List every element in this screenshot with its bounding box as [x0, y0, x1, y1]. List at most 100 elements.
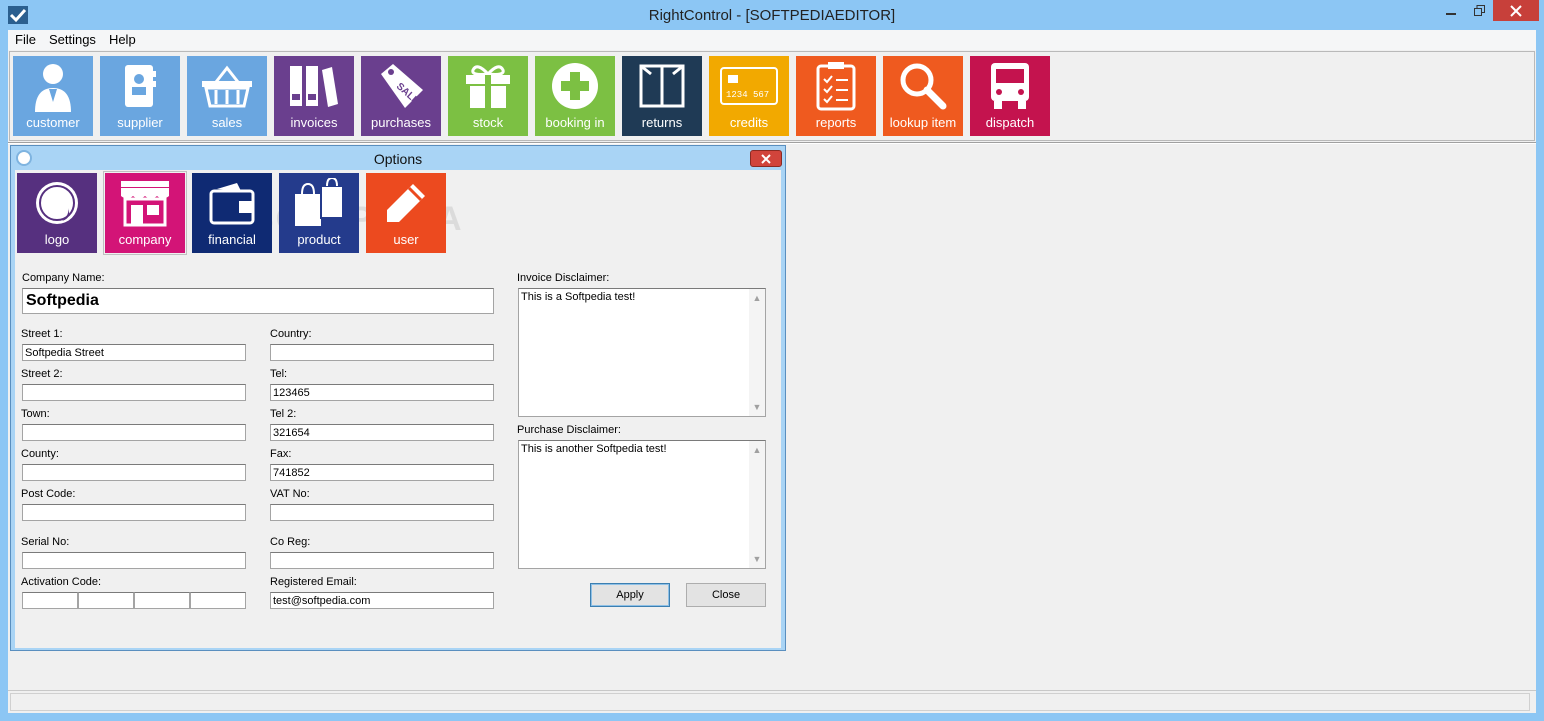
toolbar-booking-in-button[interactable]: booking in	[535, 56, 615, 136]
options-dialog-body: SOFTPEDIA logo company financial product	[15, 170, 781, 648]
svg-text:1234 567: 1234 567	[726, 90, 769, 100]
pencil-icon	[387, 184, 425, 222]
toolbar-lookup-item-button[interactable]: lookup item	[883, 56, 963, 136]
minimize-button[interactable]	[1438, 0, 1464, 21]
toolbar-dispatch-label: dispatch	[985, 115, 1035, 130]
country-label: Country:	[270, 328, 312, 340]
main-window-client: File Settings Help customer supplier sal…	[8, 30, 1536, 713]
toolbar-reports-button[interactable]: reports	[796, 56, 876, 136]
options-dialog-title: Options	[373, 151, 423, 167]
toolbar-invoices-button[interactable]: invoices	[274, 56, 354, 136]
toolbar-dispatch-button[interactable]: dispatch	[970, 56, 1050, 136]
close-icon	[1510, 4, 1522, 17]
scroll-up-icon: ▲	[752, 293, 762, 303]
shop-icon	[121, 181, 169, 227]
activation-code-part4[interactable]	[190, 592, 246, 609]
main-toolbar: customer supplier sales invoices SALE pu…	[9, 51, 1535, 141]
truck-icon	[991, 63, 1029, 109]
fax-label: Fax:	[270, 448, 292, 460]
toolbar-customer-button[interactable]: customer	[13, 56, 93, 136]
close-window-button[interactable]	[1493, 0, 1539, 21]
tab-company-label: company	[118, 232, 172, 247]
company-name-field[interactable]: Softpedia	[22, 288, 494, 314]
status-panel	[10, 693, 1530, 711]
close-button[interactable]: Close	[686, 583, 766, 607]
menu-help[interactable]: Help	[103, 30, 142, 50]
toolbar-sales-label: sales	[211, 115, 243, 130]
purchase-disclaimer-scrollbar[interactable]: ▲ ▼	[749, 441, 765, 568]
fax-field[interactable]: 741852	[270, 464, 494, 481]
toolbar-reports-label: reports	[815, 115, 857, 130]
activation-code-part1[interactable]	[22, 592, 78, 609]
company-name-label: Company Name:	[22, 272, 105, 284]
menu-file[interactable]: File	[9, 30, 42, 50]
toolbar-lookup-item-label: lookup item	[889, 115, 957, 130]
toolbar-credits-label: credits	[729, 115, 769, 130]
registered-email-label: Registered Email:	[270, 576, 357, 588]
toolbar-stock-label: stock	[472, 115, 504, 130]
post-code-label: Post Code:	[21, 488, 76, 500]
toolbar-invoices-label: invoices	[290, 115, 338, 130]
activation-code-part2[interactable]	[78, 592, 134, 609]
tel-label: Tel:	[270, 368, 288, 380]
vat-no-label: VAT No:	[270, 488, 310, 500]
minimize-icon	[1446, 12, 1456, 15]
tab-user[interactable]: user	[366, 173, 446, 253]
sale-tag-icon: SALE	[381, 64, 423, 108]
toolbar-supplier-button[interactable]: supplier	[100, 56, 180, 136]
activation-code-part3[interactable]	[134, 592, 190, 609]
credit-card-icon: 1234 567	[720, 67, 778, 105]
toolbar-returns-button[interactable]: returns	[622, 56, 702, 136]
basket-icon	[202, 65, 252, 108]
registered-email-field[interactable]: test@softpedia.com	[270, 592, 494, 609]
county-field[interactable]	[22, 464, 246, 481]
toolbar-sales-button[interactable]: sales	[187, 56, 267, 136]
street1-label: Street 1:	[21, 328, 63, 340]
purchase-disclaimer-textarea[interactable]: This is another Softpedia test! ▲ ▼	[518, 440, 766, 569]
post-code-field[interactable]	[22, 504, 246, 521]
tel-field[interactable]: 123465	[270, 384, 494, 401]
box-icon	[639, 64, 685, 108]
street1-field[interactable]: Softpedia Street	[22, 344, 246, 361]
scroll-down-icon: ▼	[752, 402, 762, 412]
maximize-button[interactable]	[1466, 0, 1492, 21]
invoice-disclaimer-textarea[interactable]: This is a Softpedia test! ▲ ▼	[518, 288, 766, 417]
toolbar-credits-button[interactable]: 1234 567 credits	[709, 56, 789, 136]
tab-logo-label: logo	[44, 232, 70, 247]
plus-circle-icon	[552, 63, 598, 109]
toolbar-stock-button[interactable]: stock	[448, 56, 528, 136]
tab-product-label: product	[297, 232, 341, 247]
invoice-disclaimer-label: Invoice Disclaimer:	[517, 272, 610, 284]
co-reg-field[interactable]	[270, 552, 494, 569]
toolbar-purchases-button[interactable]: SALE purchases	[361, 56, 441, 136]
scroll-down-icon: ▼	[752, 554, 762, 564]
gift-icon	[466, 65, 510, 108]
co-reg-label: Co Reg:	[270, 536, 311, 548]
toolbar-returns-label: returns	[641, 115, 683, 130]
tab-financial[interactable]: financial	[192, 173, 272, 253]
invoice-disclaimer-scrollbar[interactable]: ▲ ▼	[749, 289, 765, 416]
tab-company[interactable]: company	[103, 171, 187, 255]
menu-settings[interactable]: Settings	[43, 30, 102, 50]
customer-icon	[35, 64, 71, 112]
tab-logo[interactable]: logo	[17, 173, 97, 253]
options-dialog-titlebar[interactable]: Options	[11, 146, 785, 170]
tab-user-label: user	[393, 232, 419, 247]
restore-icon	[1473, 5, 1485, 16]
vat-no-field[interactable]	[270, 504, 494, 521]
title-bar: RightControl - [SOFTPEDIAEDITOR]	[0, 0, 1544, 30]
toolbar-booking-in-label: booking in	[545, 115, 605, 130]
town-field[interactable]	[22, 424, 246, 441]
tab-product[interactable]: product	[279, 173, 359, 253]
options-dialog: Options SOFTPEDIA logo company	[10, 145, 786, 651]
serial-no-field[interactable]	[22, 552, 246, 569]
apply-button[interactable]: Apply	[590, 583, 670, 607]
town-label: Town:	[21, 408, 50, 420]
options-close-button[interactable]	[750, 150, 782, 167]
toolbar-purchases-label: purchases	[371, 115, 431, 130]
street2-field[interactable]	[22, 384, 246, 401]
country-field[interactable]	[270, 344, 494, 361]
status-bar	[8, 690, 1536, 713]
serial-no-label: Serial No:	[21, 536, 70, 548]
tel2-field[interactable]: 321654	[270, 424, 494, 441]
